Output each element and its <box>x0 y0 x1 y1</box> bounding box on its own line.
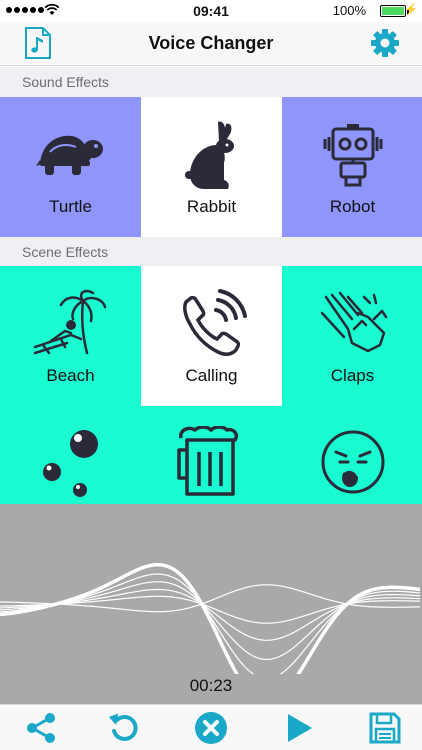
effect-claps[interactable]: Claps <box>282 266 422 406</box>
save-icon[interactable] <box>368 711 402 745</box>
status-bar: 09:41 100% ⚡ <box>0 0 422 22</box>
effect-label: Turtle <box>49 197 92 216</box>
scene-effects-header: Scene Effects <box>0 237 422 267</box>
navigation-bar: Voice Changer <box>0 22 422 66</box>
effect-label: Rabbit <box>186 197 237 216</box>
effect-rabbit[interactable]: Rabbit <box>141 97 282 237</box>
waveform-line <box>0 562 421 704</box>
waveform-visualizer: 00:23 <box>0 504 422 704</box>
effect-calling[interactable]: Calling <box>141 266 282 406</box>
share-icon[interactable] <box>24 711 58 745</box>
beach-icon <box>0 288 141 360</box>
effect-label: Beach <box>46 366 95 385</box>
play-icon[interactable] <box>282 711 316 745</box>
phone-icon <box>141 288 282 360</box>
bubbles-icon <box>0 426 141 498</box>
effect-beer[interactable] <box>141 406 282 504</box>
effect-label: Calling <box>185 366 238 385</box>
effect-robot[interactable]: Robot <box>282 97 422 237</box>
battery-icon <box>380 5 409 17</box>
effect-turtle[interactable]: Turtle <box>0 97 141 237</box>
gear-icon[interactable] <box>370 28 400 58</box>
effect-label: Claps <box>330 366 375 385</box>
effect-sick[interactable] <box>282 406 422 504</box>
sick-face-icon <box>282 426 422 498</box>
waveform-graph <box>0 562 421 704</box>
cancel-icon[interactable] <box>194 711 228 745</box>
page-title: Voice Changer <box>148 33 274 53</box>
sound-effects-header: Sound Effects <box>0 67 422 97</box>
effect-bubbles[interactable] <box>0 406 141 504</box>
playback-timer: 00:23 <box>189 676 233 695</box>
robot-icon <box>282 119 422 191</box>
undo-icon[interactable] <box>108 711 142 745</box>
bottom-toolbar <box>0 704 422 750</box>
effect-label: Robot <box>329 197 376 216</box>
turtle-icon <box>0 119 141 191</box>
rabbit-icon <box>141 119 282 191</box>
battery-percentage: 100% <box>332 3 366 18</box>
beer-mug-icon <box>141 426 282 498</box>
effect-beach[interactable]: Beach <box>0 266 141 406</box>
charging-bolt-icon: ⚡ <box>404 4 418 16</box>
clapping-hands-icon <box>282 288 422 360</box>
waveform-line <box>0 573 421 680</box>
